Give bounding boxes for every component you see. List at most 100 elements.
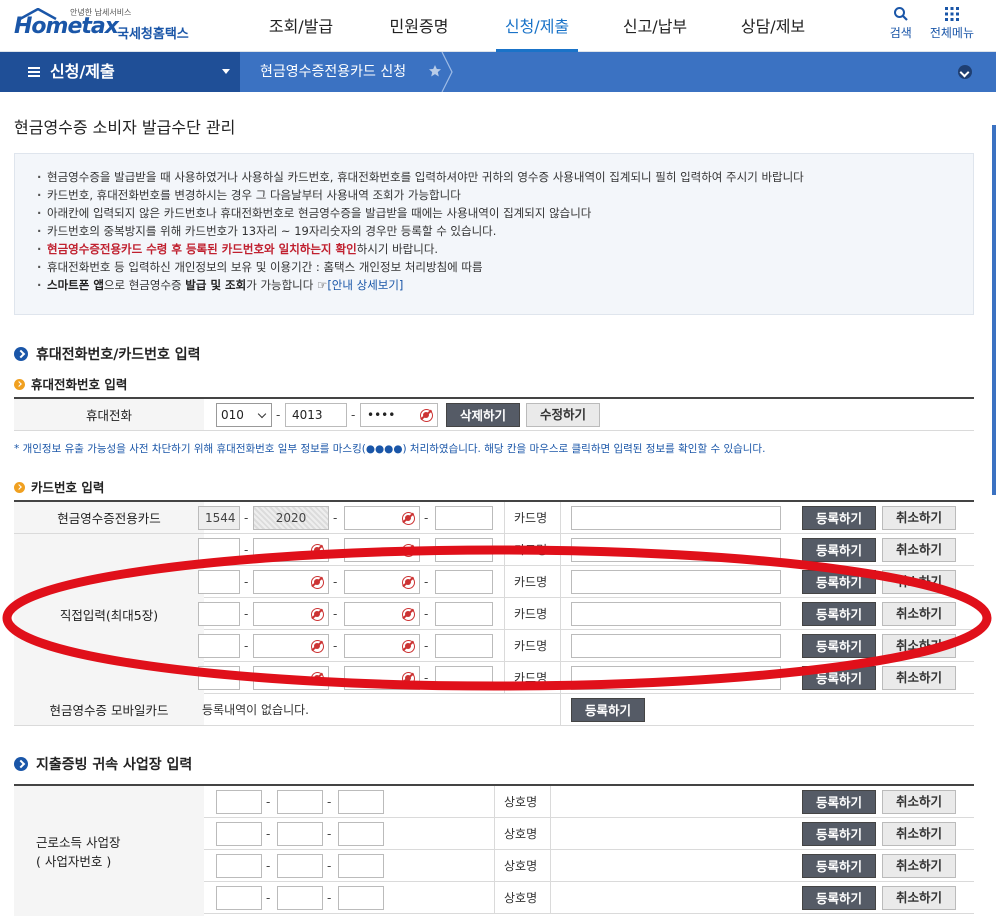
register-card-button[interactable]: 등록하기	[802, 634, 876, 658]
cancel-card-button[interactable]: 취소하기	[882, 602, 956, 626]
nav-certificate[interactable]: 민원증명	[360, 0, 478, 52]
direct-card-part2-input[interactable]	[253, 666, 329, 690]
direct-card-part3-input[interactable]	[344, 666, 420, 690]
cancel-card-button[interactable]: 취소하기	[882, 666, 956, 690]
notice-item: 현금영수증을 발급받을 때 사용하였거나 사용하실 카드번호, 휴대전화번호를 …	[35, 168, 973, 186]
biz-no-part3-input[interactable]	[338, 886, 384, 910]
subsection-arrow-icon	[14, 482, 25, 493]
biz-no-part3-input[interactable]	[338, 854, 384, 878]
mobile-card-empty-text: 등록내역이 없습니다.	[202, 703, 309, 717]
register-business-button[interactable]: 등록하기	[802, 822, 876, 846]
register-mobile-card-button[interactable]: 등록하기	[571, 698, 645, 722]
biz-no-part2-input[interactable]	[277, 822, 323, 846]
nav-consult[interactable]: 상담/제보	[714, 0, 832, 52]
biz-no-part1-input[interactable]	[216, 886, 262, 910]
direct-card-name-input[interactable]	[571, 570, 781, 594]
direct-card-part2-input[interactable]	[253, 570, 329, 594]
cancel-card-button[interactable]: 취소하기	[882, 570, 956, 594]
breadcrumb-main-label: 신청/제출	[50, 62, 115, 81]
cancel-business-button[interactable]: 취소하기	[882, 854, 956, 878]
eye-hide-icon[interactable]	[311, 608, 324, 621]
biz-no-part3-input[interactable]	[338, 822, 384, 846]
eye-hide-icon[interactable]	[402, 512, 415, 525]
notice-app-text: 으로 현금영수증	[103, 278, 186, 292]
direct-card-name-input[interactable]	[571, 634, 781, 658]
biz-no-part1-input[interactable]	[216, 854, 262, 878]
eye-hide-icon[interactable]	[402, 640, 415, 653]
biz-no-part2-input[interactable]	[277, 790, 323, 814]
breadcrumb-main-menu[interactable]: 신청/제출	[0, 52, 240, 92]
direct-card-part3-input[interactable]	[344, 570, 420, 594]
register-business-button[interactable]: 등록하기	[802, 790, 876, 814]
biz-no-part1-input[interactable]	[216, 790, 262, 814]
biz-no-part2-input[interactable]	[277, 854, 323, 878]
direct-card-name-input[interactable]	[571, 666, 781, 690]
notice-app-bold: 스마트폰 앱	[47, 278, 104, 292]
cancel-card-button[interactable]: 취소하기	[882, 506, 956, 530]
direct-card-part1-input[interactable]	[198, 666, 240, 690]
eye-hide-icon[interactable]	[402, 544, 415, 557]
direct-card-part4-input[interactable]	[435, 666, 493, 690]
direct-card-part1-input[interactable]	[198, 602, 240, 626]
search-button[interactable]: 검색	[890, 6, 912, 41]
direct-card-part4-input[interactable]	[435, 570, 493, 594]
edit-phone-button[interactable]: 수정하기	[526, 403, 600, 427]
section-arrow-icon	[14, 347, 28, 361]
register-card-button[interactable]: 등록하기	[802, 506, 876, 530]
register-card-button[interactable]: 등록하기	[802, 570, 876, 594]
eye-hide-icon[interactable]	[311, 576, 324, 589]
direct-card-part4-input[interactable]	[435, 602, 493, 626]
cancel-business-button[interactable]: 취소하기	[882, 790, 956, 814]
phone-prefix-select[interactable]: 010	[216, 403, 272, 427]
chevron-down-icon[interactable]	[958, 65, 972, 79]
direct-card-part4-input[interactable]	[435, 634, 493, 658]
card-name-label: 카드명	[514, 639, 548, 653]
register-business-button[interactable]: 등록하기	[802, 886, 876, 910]
register-card-button[interactable]: 등록하기	[802, 602, 876, 626]
card-part4-input[interactable]	[435, 506, 493, 530]
direct-card-part3-input[interactable]	[344, 602, 420, 626]
eye-hide-icon[interactable]	[311, 544, 324, 557]
cancel-business-button[interactable]: 취소하기	[882, 886, 956, 910]
hometax-logo[interactable]: 안녕한 납세서비스 Hometax 국세청홈택스	[12, 6, 202, 46]
direct-card-part3-input[interactable]	[344, 634, 420, 658]
eye-hide-icon[interactable]	[311, 640, 324, 653]
cancel-business-button[interactable]: 취소하기	[882, 822, 956, 846]
register-card-button[interactable]: 등록하기	[802, 666, 876, 690]
nav-application[interactable]: 신청/제출	[478, 0, 596, 52]
biz-no-part3-input[interactable]	[338, 790, 384, 814]
direct-card-part1-input[interactable]	[198, 570, 240, 594]
eye-hide-icon[interactable]	[402, 576, 415, 589]
eye-hide-icon[interactable]	[402, 672, 415, 685]
direct-card-part1-input[interactable]	[198, 538, 240, 562]
phone-last-input[interactable]: ••••	[360, 403, 438, 427]
eye-hide-icon[interactable]	[420, 409, 433, 422]
register-business-button[interactable]: 등록하기	[802, 854, 876, 878]
nav-report-pay[interactable]: 신고/납부	[596, 0, 714, 52]
biz-no-part2-input[interactable]	[277, 886, 323, 910]
direct-card-part4-input[interactable]	[435, 538, 493, 562]
delete-phone-button[interactable]: 삭제하기	[446, 403, 520, 427]
eye-hide-icon[interactable]	[311, 672, 324, 685]
notice-detail-link[interactable]: [안내 상세보기]	[327, 278, 403, 292]
direct-card-part2-input[interactable]	[253, 634, 329, 658]
breadcrumb-sub-label[interactable]: 현금영수증전용카드 신청	[260, 52, 406, 92]
direct-card-part3-input[interactable]	[344, 538, 420, 562]
biz-no-part1-input[interactable]	[216, 822, 262, 846]
cancel-card-button[interactable]: 취소하기	[882, 538, 956, 562]
direct-card-part1-input[interactable]	[198, 634, 240, 658]
direct-card-name-input[interactable]	[571, 602, 781, 626]
all-menu-button[interactable]: 전체메뉴	[930, 6, 974, 41]
cancel-card-button[interactable]: 취소하기	[882, 634, 956, 658]
eye-hide-icon[interactable]	[402, 608, 415, 621]
phone-middle-input[interactable]: 4013	[285, 403, 347, 427]
card-name-input[interactable]	[571, 506, 781, 530]
direct-card-part2-input[interactable]	[253, 538, 329, 562]
nav-inquiry[interactable]: 조회/발급	[242, 0, 360, 52]
direct-card-part2-input[interactable]	[253, 602, 329, 626]
direct-card-name-input[interactable]	[571, 538, 781, 562]
register-card-button[interactable]: 등록하기	[802, 538, 876, 562]
card-part3-input[interactable]	[344, 506, 420, 530]
dedicated-card-row: 현금영수증전용카드 1544 - 2020 - - 카드명 등록하기 취소하기	[14, 502, 974, 534]
section-title-business: 지출증빙 귀속 사업장 입력	[14, 754, 192, 774]
